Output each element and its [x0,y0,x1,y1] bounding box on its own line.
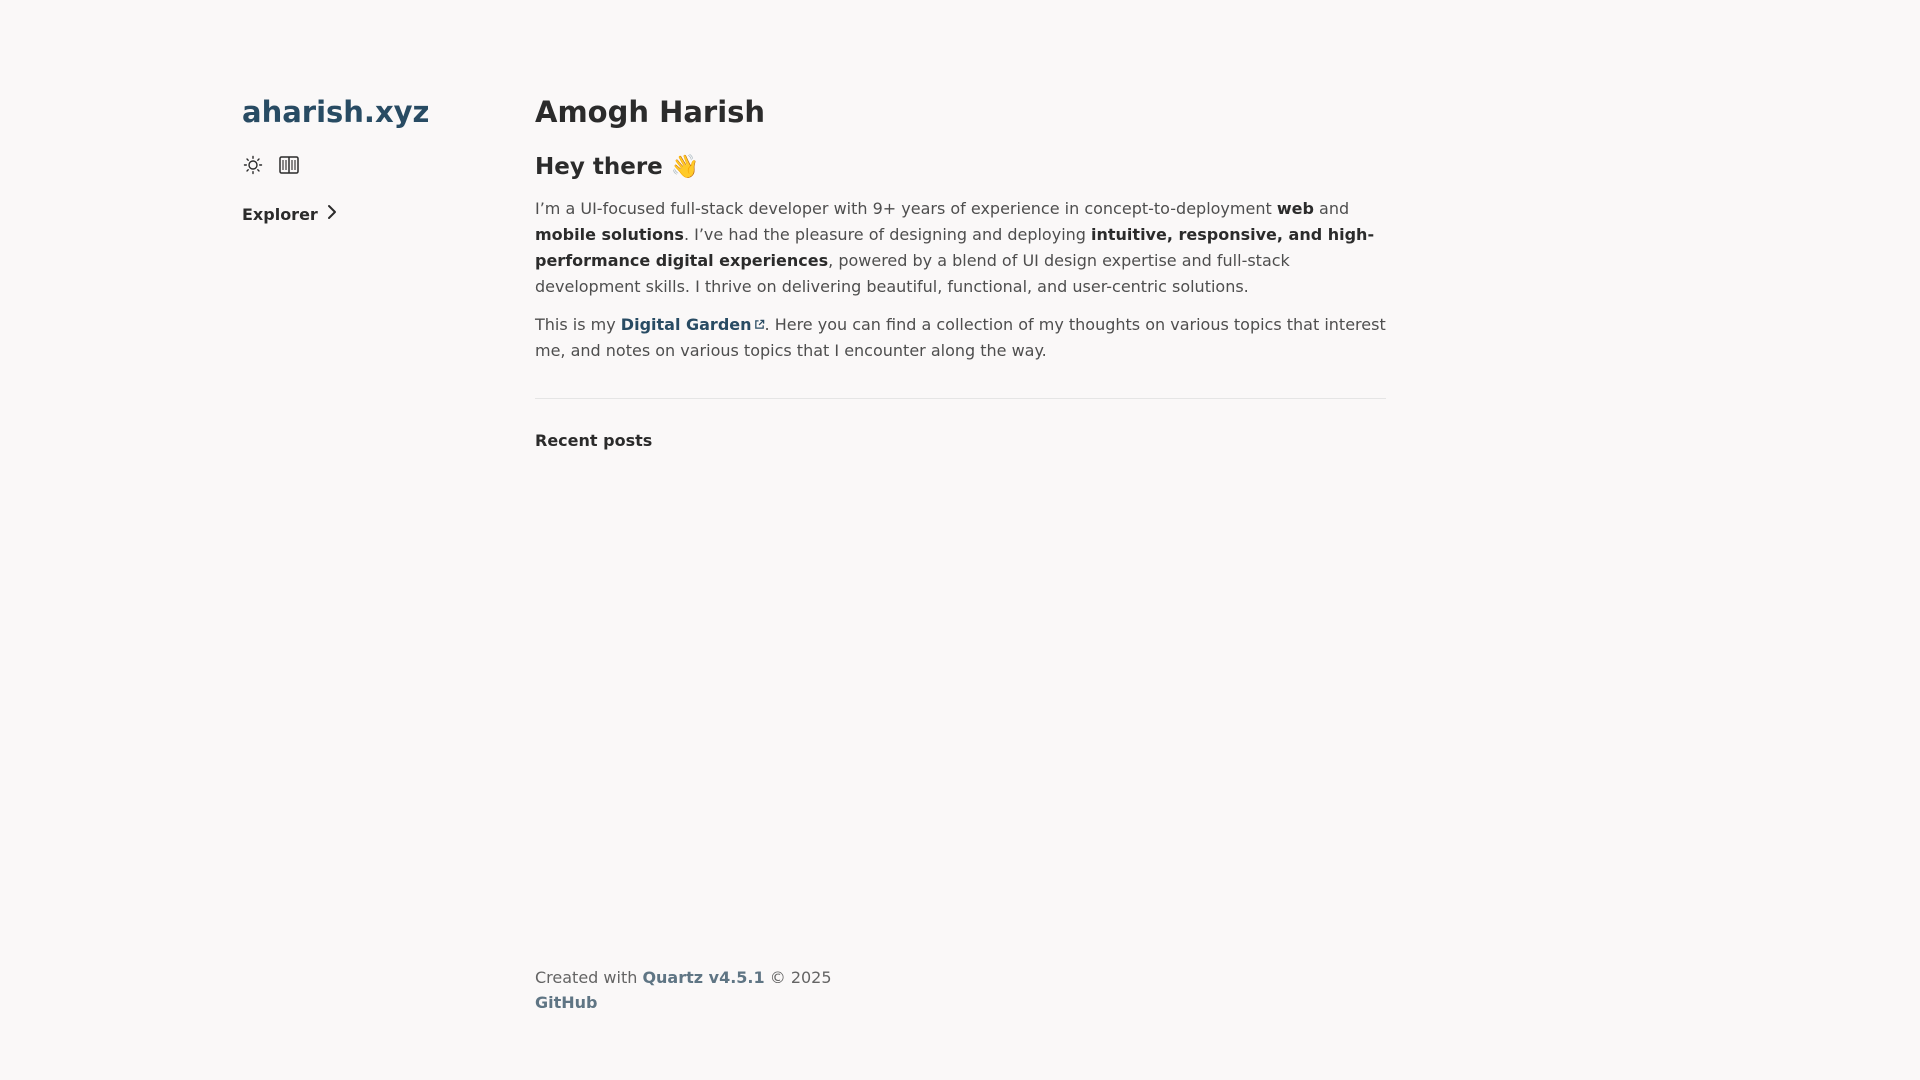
book-icon[interactable] [278,154,300,176]
explorer-label: Explorer [242,204,318,224]
main-content: Amogh Harish Hey there 👋 I’m a UI-focuse… [535,90,1386,450]
intro-paragraph: I’m a UI-focused full-stack developer wi… [535,196,1386,300]
intro-bold: mobile solutions [535,225,684,244]
digital-garden-label: Digital Garden [620,315,752,334]
quartz-link[interactable]: Quartz v4.5.1 [642,968,764,987]
external-link-icon [754,312,765,338]
explorer-toggle[interactable]: Explorer [242,204,492,224]
footer-text: Created with [535,968,643,987]
digital-garden-link[interactable]: Digital Garden [621,315,765,334]
recent-posts-heading: Recent posts [535,431,653,450]
greeting-heading: Hey there 👋 [535,154,700,180]
intro-bold: web [1276,199,1314,218]
chevron-right-icon [326,204,338,224]
page-title: Amogh Harish [535,95,766,129]
github-link[interactable]: GitHub [535,993,598,1012]
garden-text: This is my [535,315,621,334]
intro-text: . I’ve had the pleasure of designing and… [683,225,1092,244]
footer-credit: Created with Quartz v4.5.1 © 2025 [535,965,832,990]
garden-paragraph: This is my Digital Garden. Here you can … [535,312,1386,364]
sidebar: aharish.xyz Explorer [242,90,492,224]
footer: Created with Quartz v4.5.1 © 2025 GitHub [535,965,832,1015]
intro-text: I’m a UI-focused full-stack developer wi… [535,199,1277,218]
footer-copyright: © 2025 [764,968,832,987]
site-title-link[interactable]: aharish.xyz [242,90,429,134]
sidebar-toolbar [242,154,492,176]
intro-text: and [1313,199,1350,218]
sun-icon[interactable] [242,154,264,176]
divider [535,398,1386,399]
